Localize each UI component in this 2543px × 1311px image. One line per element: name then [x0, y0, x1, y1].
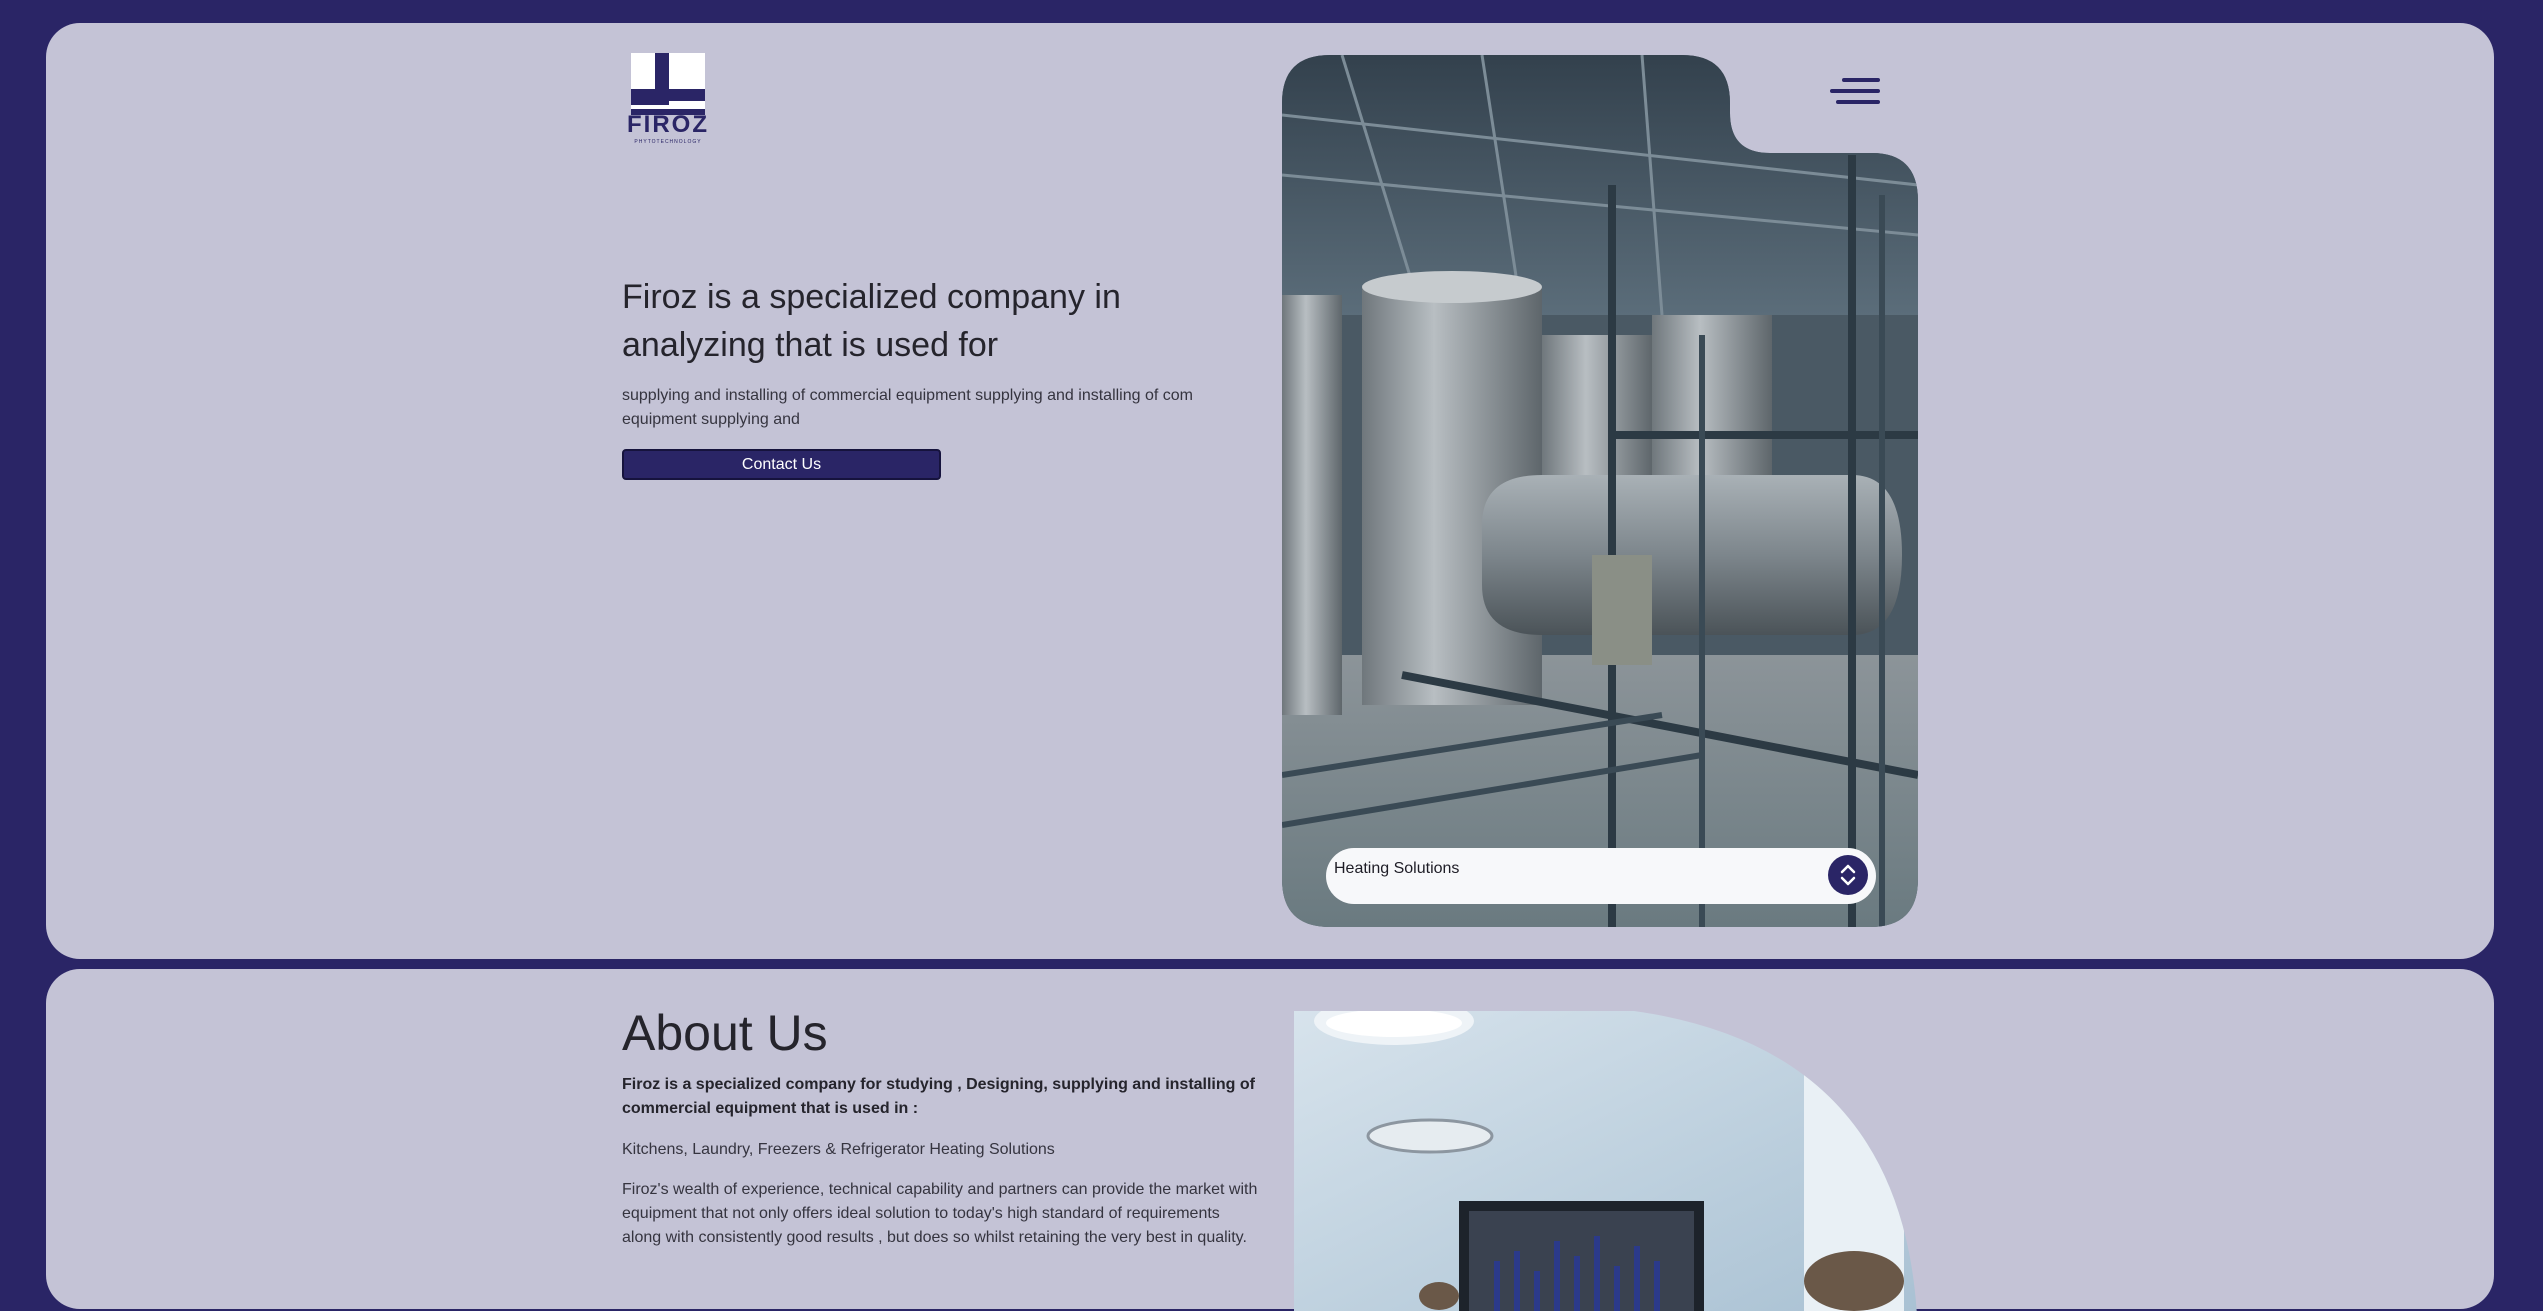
about-section: About Us Firoz is a specialized company …: [46, 969, 2494, 1311]
about-body: Firoz's wealth of experience, technical …: [622, 1181, 1258, 1246]
solution-selector[interactable]: Heating Solutions: [1326, 848, 1876, 904]
selector-value: Heating Solutions: [1334, 860, 1460, 877]
hamburger-menu-icon[interactable]: [1830, 76, 1880, 108]
hero-section: FIROZ PHYTOTECHNOLOGY Firoz is a special…: [46, 23, 2494, 959]
about-title: About Us: [622, 1005, 828, 1061]
hero-image: [1282, 55, 1918, 927]
logo-wordmark: FIROZ: [627, 111, 709, 138]
hero-title: Firoz is a specialized company in analyz…: [622, 278, 1121, 364]
about-services-list: Kitchens, Laundry, Freezers & Refrigerat…: [622, 1141, 1055, 1158]
hero-description: supplying and installing of commercial e…: [622, 387, 1193, 428]
logo-tagline: PHYTOTECHNOLOGY: [634, 139, 702, 145]
brand-logo[interactable]: FIROZ PHYTOTECHNOLOGY: [623, 53, 713, 149]
about-lead: Firoz is a specialized company for study…: [622, 1076, 1255, 1117]
about-image: [1294, 1011, 1918, 1311]
logo-mark-icon: [631, 53, 705, 115]
contact-us-button[interactable]: Contact Us: [622, 449, 941, 480]
chevron-up-down-icon[interactable]: [1828, 855, 1868, 895]
